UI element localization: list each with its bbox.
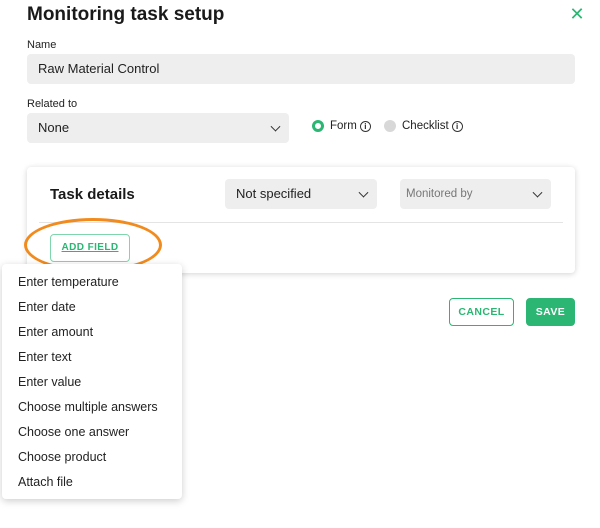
save-button[interactable]: SAVE xyxy=(526,298,575,326)
menu-item-enter-date[interactable]: Enter date xyxy=(2,295,182,320)
related-to-select[interactable]: None xyxy=(27,113,289,143)
status-value: Not specified xyxy=(236,186,312,201)
menu-item-enter-value[interactable]: Enter value xyxy=(2,370,182,395)
radio-form[interactable]: Form i xyxy=(312,120,371,132)
menu-item-choose-multiple-answers[interactable]: Choose multiple answers xyxy=(2,395,182,420)
related-to-value: None xyxy=(38,120,70,135)
close-icon[interactable]: ✕ xyxy=(569,5,585,23)
cancel-button[interactable]: CANCEL xyxy=(449,298,514,326)
menu-item-attach-file[interactable]: Attach file xyxy=(2,470,182,495)
menu-item-choose-product[interactable]: Choose product xyxy=(2,445,182,470)
radio-selected-icon xyxy=(312,120,324,132)
radio-checklist[interactable]: Checklist i xyxy=(384,120,463,132)
add-field-button[interactable]: ADD FIELD xyxy=(50,234,130,262)
name-field[interactable]: Raw Material Control xyxy=(27,54,575,84)
radio-form-label: Form xyxy=(330,120,357,132)
radio-checklist-label: Checklist xyxy=(402,120,449,132)
radio-unselected-icon xyxy=(384,120,396,132)
related-to-label: Related to xyxy=(27,98,78,110)
monitored-by-placeholder: Monitored by xyxy=(406,188,473,200)
name-label: Name xyxy=(27,39,57,51)
menu-item-choose-one-answer[interactable]: Choose one answer xyxy=(2,420,182,445)
menu-item-enter-text[interactable]: Enter text xyxy=(2,345,182,370)
field-type-menu: Enter temperature Enter date Enter amoun… xyxy=(2,264,182,499)
menu-item-enter-temperature[interactable]: Enter temperature xyxy=(2,270,182,295)
task-details-title: Task details xyxy=(50,186,135,203)
info-icon[interactable]: i xyxy=(451,120,463,132)
menu-item-enter-amount[interactable]: Enter amount xyxy=(2,320,182,345)
card-divider xyxy=(39,222,563,223)
dialog-title: Monitoring task setup xyxy=(27,4,225,25)
info-icon[interactable]: i xyxy=(359,120,371,132)
task-details-card: Task details Not specified Monitored by … xyxy=(27,167,575,273)
status-select[interactable]: Not specified xyxy=(225,179,377,209)
monitored-by-select[interactable]: Monitored by xyxy=(400,179,551,209)
